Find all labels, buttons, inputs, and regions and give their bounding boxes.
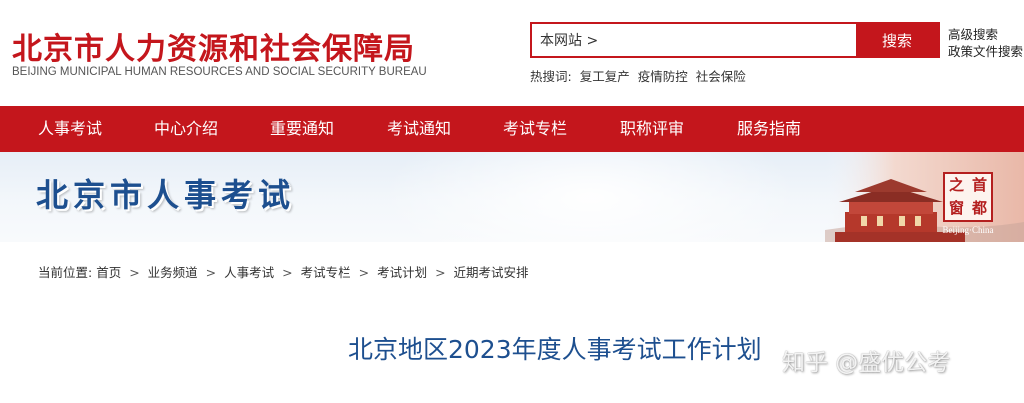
breadcrumb-separator: > (129, 265, 140, 280)
breadcrumb-separator: > (435, 265, 446, 280)
breadcrumb-recent-exams[interactable]: 近期考试安排 (454, 265, 529, 280)
breadcrumb-label: 当前位置: (38, 265, 93, 280)
site-title[interactable]: 北京市人力资源和社会保障局 (12, 24, 415, 68)
shoudu-seal: 之 首 窗 都 (943, 172, 993, 222)
hot-term-link[interactable]: 疫情防控 (638, 69, 688, 84)
breadcrumb-separator: > (358, 265, 370, 280)
hot-term-link[interactable]: 复工复产 (580, 69, 630, 84)
watermark: 知乎 @盛优公考 (782, 350, 951, 376)
nav-item-important-notices[interactable]: 重要通知 (270, 106, 334, 152)
hot-search-label: 热搜词: (530, 69, 572, 84)
breadcrumb-separator: > (205, 265, 217, 280)
banner-title: 北京市人事考试 (36, 176, 296, 214)
nav-item-exam-column[interactable]: 考试专栏 (503, 106, 567, 152)
breadcrumb-exam-plan[interactable]: 考试计划 (377, 265, 427, 280)
hot-search: 热搜词: 复工复产 疫情防控 社会保险 (530, 66, 750, 85)
seal-char: 都 (971, 199, 987, 217)
nav-item-title-review[interactable]: 职称评审 (620, 106, 684, 152)
nav-item-personnel-exam[interactable]: 人事考试 (38, 106, 102, 152)
breadcrumb-personnel-exam[interactable]: 人事考试 (224, 265, 274, 280)
banner: 北京市人事考试 (0, 152, 1024, 242)
main-nav: 人事考试 中心介绍 重要通知 考试通知 考试专栏 职称评审 服务指南 (0, 106, 1024, 152)
nav-item-center-intro[interactable]: 中心介绍 (154, 106, 218, 152)
seal-char: 之 (948, 176, 964, 194)
search-links: 高级搜索 政策文件搜索 (948, 26, 1023, 60)
search-input[interactable] (532, 24, 858, 56)
policy-search-link[interactable]: 政策文件搜索 (948, 43, 1023, 60)
breadcrumb-separator: > (282, 265, 293, 280)
search-button[interactable]: 搜索 (856, 24, 938, 56)
breadcrumb-business-channel[interactable]: 业务频道 (148, 265, 198, 280)
breadcrumb-exam-column[interactable]: 考试专栏 (301, 265, 351, 280)
hot-term-link[interactable]: 社会保险 (696, 69, 746, 84)
site-subtitle: BEIJING MUNICIPAL HUMAN RESOURCES AND SO… (12, 66, 427, 78)
seal-char: 首 (971, 176, 987, 194)
breadcrumb: 当前位置: 首页 > 业务频道 > 人事考试 > 考试专栏 > 考试计划 > 近… (38, 262, 529, 281)
advanced-search-link[interactable]: 高级搜索 (948, 26, 1023, 43)
breadcrumb-home[interactable]: 首页 (96, 265, 121, 280)
site-header: 北京市人力资源和社会保障局 BEIJING MUNICIPAL HUMAN RE… (0, 0, 1024, 106)
article-title: 北京地区2023年度人事考试工作计划 (348, 335, 762, 364)
seal-caption: Beijing·China (942, 225, 994, 235)
search-box: 搜索 (530, 22, 940, 58)
nav-item-exam-notices[interactable]: 考试通知 (387, 106, 451, 152)
seal-char: 窗 (948, 199, 964, 217)
nav-item-service-guide[interactable]: 服务指南 (737, 106, 801, 152)
